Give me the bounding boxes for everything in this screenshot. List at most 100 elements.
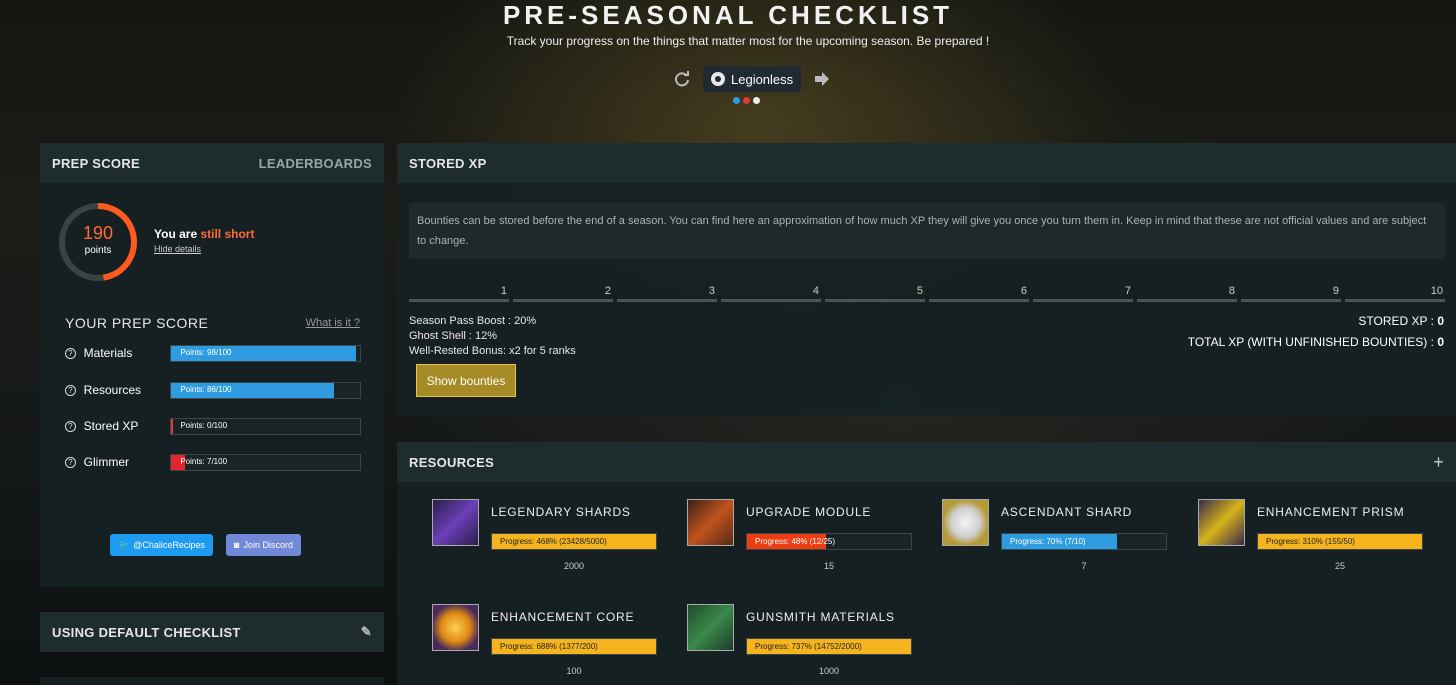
stadia-icon[interactable] — [743, 97, 750, 104]
well-rested-bonus: Well-Rested Bonus: x2 for 5 ranks — [409, 345, 576, 357]
resource-progress-text: Progress: 688% (1377/200) — [500, 642, 598, 651]
resource-progress-text: Progress: 310% (155/50) — [1266, 537, 1355, 546]
score-bar: Points: 7/100 — [170, 453, 361, 471]
score-bar-text: Points: 86/100 — [180, 384, 232, 394]
total-xp-label: TOTAL XP (WITH UNFINISHED BOUNTIES) : — [1187, 335, 1438, 349]
what-is-it-link[interactable]: What is it ? — [306, 317, 360, 329]
season-pass-boost: Season Pass Boost : 20% — [409, 315, 537, 327]
stored-xp-panel: STORED XP Bounties can be stored before … — [397, 143, 1456, 415]
refresh-icon[interactable] — [673, 70, 691, 88]
rank-segment: 1 — [409, 285, 509, 302]
leaderboards-link[interactable]: LEADERBOARDS — [259, 156, 372, 171]
resources-panel: RESOURCES + LEGENDARY SHARDS Progress: 46… — [397, 442, 1456, 685]
stored-xp-value: 0 — [1437, 314, 1444, 328]
rank-segment: 4 — [721, 285, 821, 302]
stored-xp-heading: STORED XP — [409, 155, 487, 171]
score-points-label: points — [84, 245, 112, 256]
prep-score-panel: PREP SCORE LEADERBOARDS 190 points You a… — [40, 143, 384, 587]
help-icon[interactable]: ? — [65, 456, 76, 468]
resource-icon — [1198, 499, 1245, 546]
score-bar-text: Points: 7/100 — [180, 456, 228, 466]
total-xp: TOTAL XP (WITH UNFINISHED BOUNTIES) : 0 — [1188, 335, 1444, 349]
resource-progress-bar: Progress: 70% (7/10) — [1001, 533, 1167, 550]
twitter-button[interactable]: 🐦 @ChaliceRecipes — [110, 534, 213, 556]
resource-item[interactable]: UPGRADE MODULE Progress: 48% (12/25) 15 — [687, 499, 917, 579]
resource-progress-bar: Progress: 310% (155/50) — [1257, 533, 1423, 550]
score-status-prefix: You are — [154, 227, 201, 241]
score-bar-text: Points: 98/100 — [180, 347, 232, 357]
user-controls: Legionless — [673, 65, 831, 93]
stored-xp-note: Bounties can be stored before the end of… — [409, 203, 1445, 259]
resource-icon — [942, 499, 989, 546]
resources-heading: RESOURCES — [409, 454, 495, 470]
help-icon[interactable]: ? — [65, 420, 76, 432]
resource-progress-text: Progress: 737% (14752/2000) — [755, 642, 862, 651]
rank-segment: 5 — [825, 285, 925, 302]
rank-segment: 3 — [617, 285, 717, 302]
score-row: ? Glimmer Points: 7/100 — [65, 453, 361, 471]
resource-goal: 15 — [823, 561, 834, 571]
resource-icon — [432, 499, 479, 546]
user-badge[interactable]: Legionless — [703, 66, 802, 92]
resource-progress-bar: Progress: 737% (14752/2000) — [746, 638, 912, 655]
help-icon[interactable]: ? — [65, 347, 76, 359]
prep-score-header: PREP SCORE LEADERBOARDS — [40, 143, 384, 183]
score-bar-text: Points: 0/100 — [180, 420, 228, 430]
ghost-shell-boost: Ghost Shell : 12% — [409, 330, 498, 342]
hide-details-link[interactable]: Hide details — [154, 244, 201, 254]
twitter-icon: 🐦 — [118, 539, 130, 550]
resource-goal: 1000 — [818, 666, 840, 676]
page-title: PRE-SEASONAL CHECKLIST — [502, 0, 954, 30]
score-bar: Points: 86/100 — [170, 381, 361, 399]
score-row-label: Glimmer — [83, 455, 129, 469]
discord-button[interactable]: ◙ Join Discord — [226, 534, 301, 556]
rank-segment: 6 — [929, 285, 1029, 302]
stored-xp-total: STORED XP : 0 — [1358, 314, 1444, 328]
score-row-label: Stored XP — [83, 419, 139, 433]
resource-name: LEGENDARY SHARDS — [491, 505, 631, 519]
resource-goal: 7 — [1081, 561, 1087, 571]
xp-boosts: Season Pass Boost : 20% Ghost Shell : 12… — [409, 314, 576, 359]
checklist-heading: USING DEFAULT CHECKLIST — [52, 624, 241, 640]
score-bar: Points: 0/100 — [170, 417, 361, 435]
score-status-accent: still short — [200, 227, 255, 241]
logout-icon[interactable] — [813, 70, 831, 88]
resource-name: ASCENDANT SHARD — [1001, 505, 1133, 519]
your-prep-score-title: YOUR PREP SCORE — [65, 315, 209, 331]
help-icon[interactable]: ? — [65, 384, 76, 396]
rank-segment: 7 — [1033, 285, 1133, 302]
score-bar: Points: 98/100 — [170, 344, 361, 362]
resource-name: GUNSMITH MATERIALS — [746, 610, 895, 624]
resource-item[interactable]: GUNSMITH MATERIALS Progress: 737% (14752/… — [687, 604, 917, 684]
score-bar-fill — [171, 418, 174, 434]
rank-segment: 2 — [513, 285, 613, 302]
score-points: 190 — [82, 223, 114, 243]
next-panel — [40, 677, 384, 685]
resource-name: ENHANCEMENT CORE — [491, 610, 635, 624]
resource-name: ENHANCEMENT PRISM — [1257, 505, 1405, 519]
total-xp-value: 0 — [1437, 335, 1444, 349]
score-status: You are still short — [154, 227, 254, 241]
show-bounties-button[interactable]: Show bounties — [416, 364, 516, 397]
twitter-label: @ChaliceRecipes — [133, 540, 205, 550]
resource-progress-bar: Progress: 468% (23428/5000) — [491, 533, 657, 550]
resource-item[interactable]: ASCENDANT SHARD Progress: 70% (7/10) 7 — [942, 499, 1172, 579]
resource-item[interactable]: ENHANCEMENT CORE Progress: 688% (1377/200… — [432, 604, 662, 684]
score-row: ? Stored XP Points: 0/100 — [65, 417, 361, 435]
resources-header: RESOURCES + — [397, 442, 1456, 482]
resource-progress-bar: Progress: 688% (1377/200) — [491, 638, 657, 655]
stored-xp-label: STORED XP : — [1358, 314, 1438, 328]
score-row: ? Resources Points: 86/100 — [65, 381, 361, 399]
resource-progress-text: Progress: 468% (23428/5000) — [500, 537, 607, 546]
edit-icon[interactable]: ✎ — [361, 624, 372, 640]
resource-icon — [687, 604, 734, 651]
resource-progress-bar: Progress: 48% (12/25) — [746, 533, 912, 550]
playstation-icon[interactable] — [733, 97, 740, 104]
rank-segment: 10 — [1345, 285, 1445, 302]
resource-name: UPGRADE MODULE — [746, 505, 872, 519]
steam-icon[interactable] — [753, 97, 760, 104]
resource-item[interactable]: LEGENDARY SHARDS Progress: 468% (23428/50… — [432, 499, 662, 579]
plus-icon[interactable]: + — [1433, 452, 1444, 473]
resource-goal: 100 — [566, 666, 582, 676]
resource-item[interactable]: ENHANCEMENT PRISM Progress: 310% (155/50)… — [1198, 499, 1428, 579]
